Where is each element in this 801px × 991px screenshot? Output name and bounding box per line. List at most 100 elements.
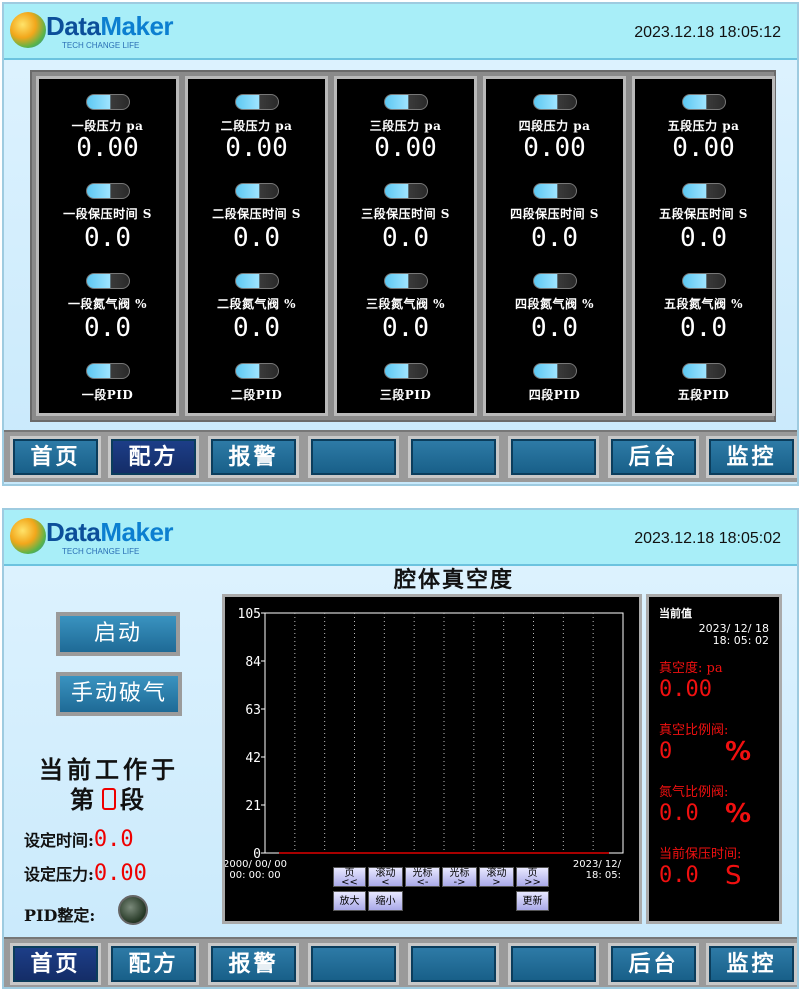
pid-label: 五段PID — [677, 388, 730, 402]
nav-bar: 首页 配方 报警 后台 监控 — [4, 430, 797, 482]
current-values-panel: 当前值 2023/ 12/ 18 18: 05: 02 真空度: pa 0.00… — [646, 594, 782, 924]
nav-button[interactable]: 配方 — [108, 436, 199, 478]
n2-valve-toggle[interactable] — [532, 273, 577, 289]
n2-valve-toggle[interactable] — [383, 273, 428, 289]
logo-text: DataMaker — [46, 517, 174, 547]
x-end-label: 2023/ 12/ — [573, 859, 622, 870]
n2-valve-value: 0.0 — [382, 313, 429, 343]
pressure-label: 二段压力 pa — [220, 119, 293, 133]
pid-toggle[interactable] — [234, 363, 279, 379]
y-tick-label: 84 — [245, 655, 261, 670]
n2-valve-toggle[interactable] — [85, 273, 130, 289]
current-values-title: 当前值 — [659, 607, 692, 620]
n2-valve-toggle[interactable] — [681, 273, 726, 289]
pressure-value: 0.00 — [225, 133, 288, 163]
hold-time-toggle[interactable] — [383, 183, 428, 199]
set-time-label: 设定时间: — [24, 831, 94, 850]
nav-button[interactable]: 首页 — [10, 943, 101, 985]
pressure-value: 0.00 — [672, 133, 735, 163]
hold-time-toggle[interactable] — [681, 183, 726, 199]
logo-tagline: TECH CHANGE LIFE — [62, 547, 140, 556]
y-tick-label: 42 — [245, 751, 261, 766]
pid-tune-indicator[interactable] — [118, 895, 148, 925]
logo-text: DataMaker — [46, 11, 174, 41]
page-prev-button[interactable]: 页 << — [333, 867, 366, 888]
nav-button[interactable]: 监控 — [706, 943, 797, 985]
vacuum-valve-label: 真空比例阀: — [659, 723, 729, 738]
cursor-right-button[interactable]: 光标 -> — [442, 867, 477, 888]
nav-button[interactable]: 报警 — [208, 943, 299, 985]
hold-time-value: 0.0 — [531, 223, 578, 253]
hold-time-value: 0.0 — [233, 223, 280, 253]
hold-time-label: 一段保压时间 S — [63, 207, 152, 221]
y-tick-label: 21 — [245, 799, 261, 814]
nav-button[interactable] — [308, 436, 399, 478]
pressure-toggle[interactable] — [532, 94, 577, 110]
manual-break-button[interactable]: 手动破气 — [56, 672, 182, 716]
cursor-left-button[interactable]: 光标 <- — [405, 867, 440, 888]
nav-button[interactable]: 报警 — [208, 436, 299, 478]
n2-valve-unit: % — [725, 799, 752, 829]
zoom-in-button[interactable]: 放大 — [333, 891, 366, 911]
scroll-left-button[interactable]: 滚动 < — [368, 867, 403, 888]
hold-time-value: 0.0 — [382, 223, 429, 253]
zoom-out-button[interactable]: 缩小 — [368, 891, 403, 911]
hold-time-value: 0.0 — [680, 223, 727, 253]
nav-button[interactable]: 后台 — [608, 436, 699, 478]
vacuum-valve-value: 0 — [659, 739, 673, 764]
pressure-toggle[interactable] — [85, 94, 130, 110]
pressure-toggle[interactable] — [234, 94, 279, 110]
set-pressure-row: 设定压力:0.00 — [24, 861, 147, 886]
pressure-label: 五段压力 pa — [667, 119, 740, 133]
nav-button[interactable] — [508, 436, 599, 478]
stage-number-box — [102, 788, 116, 810]
start-button[interactable]: 启动 — [56, 612, 180, 656]
hold-time-unit: S — [725, 861, 742, 891]
vacuum-value: 0.00 — [659, 677, 712, 702]
pid-toggle[interactable] — [532, 363, 577, 379]
n2-valve-label: 五段氮气阀 % — [663, 297, 744, 311]
pid-toggle[interactable] — [383, 363, 428, 379]
working-stage: 当前工作于 第段 — [24, 755, 194, 815]
logo: DataMaker TECH CHANGE LIFE — [10, 10, 174, 54]
nav-button[interactable] — [408, 436, 499, 478]
x-start-label: 00: 00: 00 — [229, 870, 280, 881]
pressure-label: 三段压力 pa — [369, 119, 442, 133]
pid-tune-label: PID整定: — [24, 906, 96, 925]
y-tick-label: 63 — [245, 703, 261, 718]
nav-button[interactable] — [308, 943, 399, 985]
page-next-button[interactable]: 页 >> — [516, 867, 549, 888]
logo-icon — [10, 12, 46, 48]
refresh-button[interactable]: 更新 — [516, 891, 549, 911]
pressure-toggle[interactable] — [383, 94, 428, 110]
hold-time-label: 五段保压时间 S — [659, 207, 748, 221]
nav-button[interactable] — [408, 943, 499, 985]
hold-time-toggle[interactable] — [85, 183, 130, 199]
hold-time-toggle[interactable] — [532, 183, 577, 199]
pressure-value: 0.00 — [374, 133, 437, 163]
set-pressure-label: 设定压力: — [24, 865, 94, 884]
vacuum-label: 真空度: pa — [659, 661, 723, 676]
nav-button[interactable]: 监控 — [706, 436, 797, 478]
datetime: 2023.12.18 18:05:02 — [634, 530, 781, 547]
header-bar: DataMaker TECH CHANGE LIFE 2023.12.18 18… — [4, 4, 797, 60]
hold-time-toggle[interactable] — [234, 183, 279, 199]
pressure-toggle[interactable] — [681, 94, 726, 110]
scroll-right-button[interactable]: 滚动 > — [479, 867, 514, 888]
pressure-label: 四段压力 pa — [518, 119, 591, 133]
nav-button[interactable] — [508, 943, 599, 985]
nav-button[interactable]: 配方 — [108, 943, 199, 985]
hold-time-label: 当前保压时间: — [659, 847, 742, 862]
stage-panel: 四段压力 pa 0.00 四段保压时间 S 0.0 四段氮气阀 % 0.0 四段PID — [483, 76, 626, 416]
x-end-label: 18: 05: — [586, 870, 621, 881]
stage-panel: 五段压力 pa 0.00 五段保压时间 S 0.0 五段氮气阀 % 0.0 五段PID — [632, 76, 775, 416]
pid-label: 四段PID — [528, 388, 581, 402]
pid-toggle[interactable] — [85, 363, 130, 379]
stage-panel: 二段压力 pa 0.00 二段保压时间 S 0.0 二段氮气阀 % 0.0 二段PID — [185, 76, 328, 416]
pid-toggle[interactable] — [681, 363, 726, 379]
logo: DataMaker TECH CHANGE LIFE — [10, 516, 174, 560]
logo-icon — [10, 518, 46, 554]
nav-button[interactable]: 首页 — [10, 436, 101, 478]
n2-valve-toggle[interactable] — [234, 273, 279, 289]
nav-button[interactable]: 后台 — [608, 943, 699, 985]
